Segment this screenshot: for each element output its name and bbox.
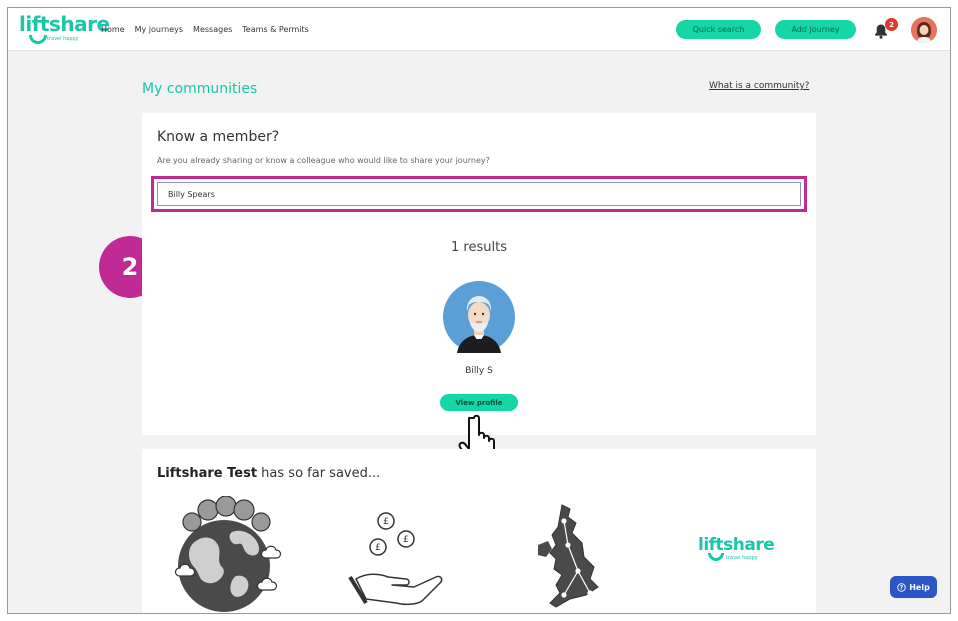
hand-coins-icon: £ £ £ — [348, 512, 443, 606]
member-search-input[interactable] — [157, 182, 801, 206]
logo-smile-icon — [29, 35, 47, 44]
nav-messages[interactable]: Messages — [193, 25, 232, 34]
user-avatar[interactable] — [911, 17, 937, 43]
member-name: Billy S — [465, 366, 493, 376]
user-avatar-icon — [911, 17, 937, 43]
member-avatar[interactable] — [443, 281, 515, 353]
liftshare-brand-logo: liftshare travel happy — [698, 535, 778, 575]
what-is-community-link[interactable]: What is a community? — [709, 81, 809, 91]
main-nav: Home My journeys Messages Teams & Permit… — [101, 25, 309, 34]
nav-my-journeys[interactable]: My journeys — [135, 25, 183, 34]
help-button[interactable]: ? Help — [890, 576, 937, 598]
know-a-member-card: Know a member? Are you already sharing o… — [142, 113, 816, 435]
notification-badge: 2 — [885, 18, 898, 31]
results-count: 1 results — [451, 240, 507, 255]
know-a-member-subtext: Are you already sharing or know a collea… — [157, 156, 490, 165]
savings-heading-rest: has so far saved... — [257, 466, 381, 481]
page-title: My communities — [142, 81, 258, 97]
brand-logo-tagline: travel happy — [726, 555, 758, 561]
svg-text:£: £ — [403, 535, 409, 545]
savings-card: Liftshare Test has so far saved... £ £ £… — [142, 449, 816, 613]
member-search-highlight — [151, 176, 807, 212]
view-profile-button[interactable]: View profile — [440, 394, 518, 411]
brand-smile-icon — [708, 553, 724, 561]
help-label: Help — [909, 582, 930, 592]
uk-map-icon — [538, 504, 599, 608]
top-navigation-bar: liftshare travel happy Home My journeys … — [8, 8, 950, 51]
globe-trees-icon — [174, 496, 282, 612]
app-window: liftshare travel happy Home My journeys … — [7, 7, 951, 614]
liftshare-logo[interactable]: liftshare travel happy — [19, 12, 110, 46]
company-name: Liftshare Test — [157, 466, 258, 481]
logo-tagline: travel happy — [47, 36, 79, 42]
add-journey-button[interactable]: Add journey — [775, 20, 856, 39]
svg-text:£: £ — [375, 543, 381, 553]
know-a-member-heading: Know a member? — [157, 129, 280, 145]
savings-heading: Liftshare Test has so far saved... — [157, 466, 380, 481]
nav-home[interactable]: Home — [101, 25, 125, 34]
logo-text: liftshare — [19, 12, 110, 36]
quick-search-button[interactable]: Quick search — [676, 20, 761, 39]
nav-teams-permits[interactable]: Teams & Permits — [242, 25, 309, 34]
svg-text:£: £ — [383, 517, 389, 527]
brand-logo-text: liftshare — [698, 535, 775, 555]
question-circle-icon: ? — [897, 582, 906, 592]
